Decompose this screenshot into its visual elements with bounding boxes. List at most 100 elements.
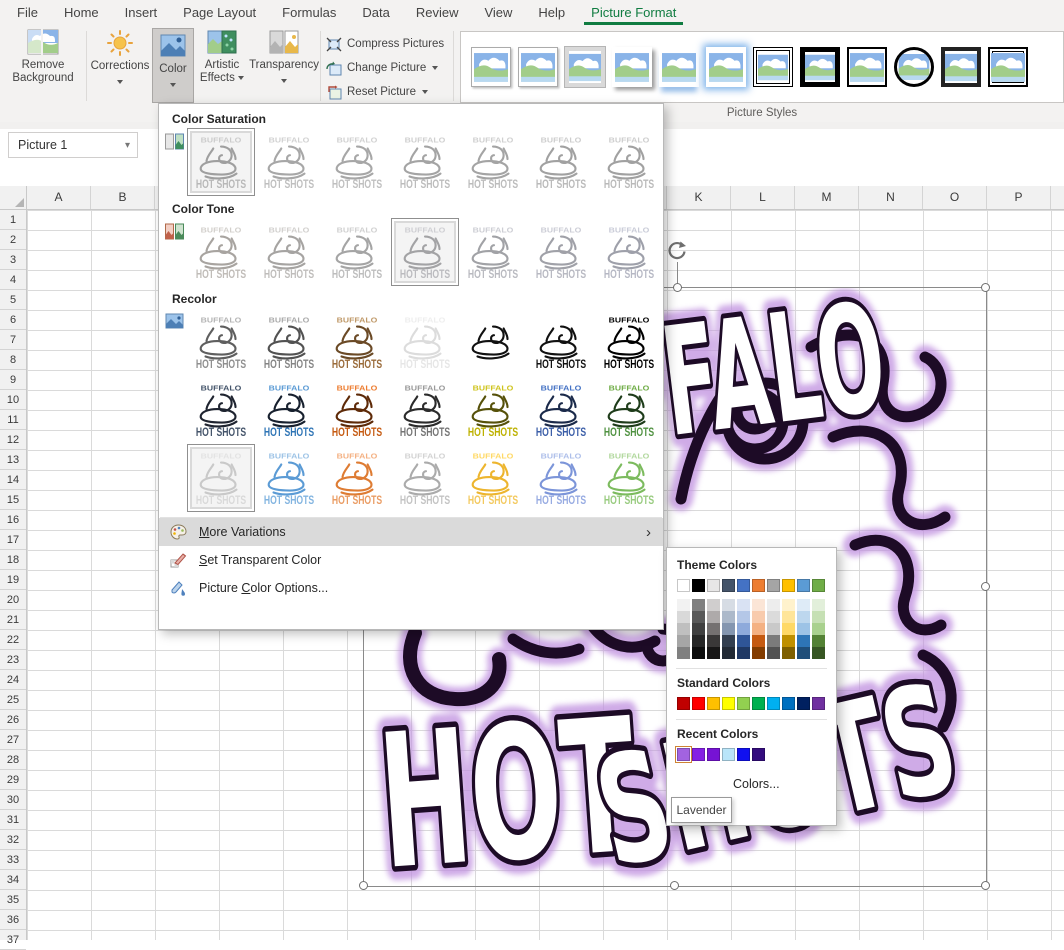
theme-color-5[interactable]: [737, 579, 750, 592]
theme-variant-r4-c6[interactable]: [752, 635, 765, 647]
corrections-button[interactable]: Corrections: [90, 29, 150, 88]
row-header-16[interactable]: 16: [0, 510, 26, 530]
rotate-handle[interactable]: [666, 240, 688, 267]
picture-style-reflection[interactable]: [659, 47, 699, 87]
picture-style-thick-black[interactable]: [800, 47, 840, 87]
column-header-M[interactable]: M: [795, 186, 859, 209]
column-header-A[interactable]: A: [27, 186, 91, 209]
tone-option-2[interactable]: BUFFALO HOT SHOTS: [255, 218, 323, 286]
picture-style-clipped[interactable]: [988, 47, 1028, 87]
recolor-option-r1-c4[interactable]: BUFFALO HOT SHOTS: [391, 308, 459, 376]
theme-variant-r4-c7[interactable]: [767, 635, 780, 647]
row-header-4[interactable]: 4: [0, 270, 26, 290]
selection-handle-4[interactable]: [358, 880, 368, 890]
saturation-option-3[interactable]: BUFFALO HOT SHOTS: [323, 128, 391, 196]
tone-option-6[interactable]: BUFFALO HOT SHOTS: [527, 218, 595, 286]
picture-style-oval-black[interactable]: [894, 47, 934, 87]
recolor-option-r2-c4[interactable]: BUFFALO HOT SHOTS: [391, 376, 459, 444]
recolor-option-r2-c1[interactable]: BUFFALO HOT SHOTS: [187, 376, 255, 444]
row-header-12[interactable]: 12: [0, 430, 26, 450]
recolor-option-r1-c6[interactable]: BUFFALO HOT SHOTS: [527, 308, 595, 376]
theme-variant-r3-c4[interactable]: [722, 623, 735, 635]
recolor-option-r1-c2[interactable]: BUFFALO HOT SHOTS: [255, 308, 323, 376]
column-header-O[interactable]: O: [923, 186, 987, 209]
column-header-B[interactable]: B: [91, 186, 155, 209]
theme-variant-r3-c8[interactable]: [782, 623, 795, 635]
theme-color-6[interactable]: [752, 579, 765, 592]
theme-variant-r2-c8[interactable]: [782, 611, 795, 623]
tab-insert[interactable]: Insert: [112, 0, 171, 25]
theme-color-7[interactable]: [767, 579, 780, 592]
theme-variant-r5-c4[interactable]: [722, 647, 735, 659]
theme-variant-r5-c2[interactable]: [692, 647, 705, 659]
row-header-26[interactable]: 26: [0, 710, 26, 730]
theme-variant-r4-c5[interactable]: [737, 635, 750, 647]
standard-color-3[interactable]: [707, 697, 720, 710]
row-header-20[interactable]: 20: [0, 590, 26, 610]
row-header-7[interactable]: 7: [0, 330, 26, 350]
standard-color-7[interactable]: [767, 697, 780, 710]
row-header-33[interactable]: 33: [0, 850, 26, 870]
tab-picture-format[interactable]: Picture Format: [578, 0, 689, 25]
picture-style-simple-white-2[interactable]: [518, 47, 558, 87]
color-button[interactable]: Color: [152, 28, 194, 103]
standard-color-9[interactable]: [797, 697, 810, 710]
row-header-18[interactable]: 18: [0, 550, 26, 570]
recent-color-2[interactable]: [692, 748, 705, 761]
selection-handle-6[interactable]: [980, 880, 990, 890]
row-header-28[interactable]: 28: [0, 750, 26, 770]
tab-review[interactable]: Review: [403, 0, 472, 25]
theme-variant-r1-c3[interactable]: [707, 599, 720, 611]
row-header-27[interactable]: 27: [0, 730, 26, 750]
recent-color-1[interactable]: [677, 748, 690, 761]
theme-color-9[interactable]: [797, 579, 810, 592]
recent-color-4[interactable]: [722, 748, 735, 761]
theme-variant-r4-c3[interactable]: [707, 635, 720, 647]
tab-view[interactable]: View: [471, 0, 525, 25]
theme-color-8[interactable]: [782, 579, 795, 592]
tab-file[interactable]: File: [4, 0, 51, 25]
recolor-option-r3-c2[interactable]: BUFFALO HOT SHOTS: [255, 444, 323, 512]
row-header-35[interactable]: 35: [0, 890, 26, 910]
recolor-option-r1-c1[interactable]: BUFFALO HOT SHOTS: [187, 308, 255, 376]
recolor-option-r2-c7[interactable]: BUFFALO HOT SHOTS: [595, 376, 663, 444]
theme-variant-r2-c1[interactable]: [677, 611, 690, 623]
column-header-L[interactable]: L: [731, 186, 795, 209]
tab-help[interactable]: Help: [525, 0, 578, 25]
recent-color-3[interactable]: [707, 748, 720, 761]
picture-style-soft-glow[interactable]: [706, 47, 746, 87]
theme-variant-r5-c10[interactable]: [812, 647, 825, 659]
row-header-6[interactable]: 6: [0, 310, 26, 330]
theme-variant-r3-c6[interactable]: [752, 623, 765, 635]
name-box[interactable]: Picture 1 ▾: [8, 132, 138, 158]
recolor-option-r3-c7[interactable]: BUFFALO HOT SHOTS: [595, 444, 663, 512]
recolor-option-r3-c6[interactable]: BUFFALO HOT SHOTS: [527, 444, 595, 512]
theme-variant-r3-c3[interactable]: [707, 623, 720, 635]
tab-data[interactable]: Data: [349, 0, 402, 25]
theme-variant-r4-c10[interactable]: [812, 635, 825, 647]
saturation-option-5[interactable]: BUFFALO HOT SHOTS: [459, 128, 527, 196]
theme-variant-r5-c6[interactable]: [752, 647, 765, 659]
theme-variant-r5-c1[interactable]: [677, 647, 690, 659]
theme-variant-r3-c10[interactable]: [812, 623, 825, 635]
standard-color-8[interactable]: [782, 697, 795, 710]
standard-color-6[interactable]: [752, 697, 765, 710]
selection-handle-5[interactable]: [669, 880, 679, 890]
name-box-dropdown-icon[interactable]: ▾: [125, 140, 130, 151]
saturation-option-4[interactable]: BUFFALO HOT SHOTS: [391, 128, 459, 196]
theme-variant-r1-c1[interactable]: [677, 599, 690, 611]
theme-variant-r4-c4[interactable]: [722, 635, 735, 647]
theme-variant-r2-c3[interactable]: [707, 611, 720, 623]
theme-variant-r5-c3[interactable]: [707, 647, 720, 659]
tone-option-4[interactable]: BUFFALO HOT SHOTS: [391, 218, 459, 286]
row-header-2[interactable]: 2: [0, 230, 26, 250]
theme-variant-r2-c7[interactable]: [767, 611, 780, 623]
theme-variant-r5-c8[interactable]: [782, 647, 795, 659]
theme-color-4[interactable]: [722, 579, 735, 592]
picture-style-metal[interactable]: [941, 47, 981, 87]
theme-color-3[interactable]: [707, 579, 720, 592]
row-header-21[interactable]: 21: [0, 610, 26, 630]
row-header-3[interactable]: 3: [0, 250, 26, 270]
saturation-option-7[interactable]: BUFFALO HOT SHOTS: [595, 128, 663, 196]
theme-color-10[interactable]: [812, 579, 825, 592]
